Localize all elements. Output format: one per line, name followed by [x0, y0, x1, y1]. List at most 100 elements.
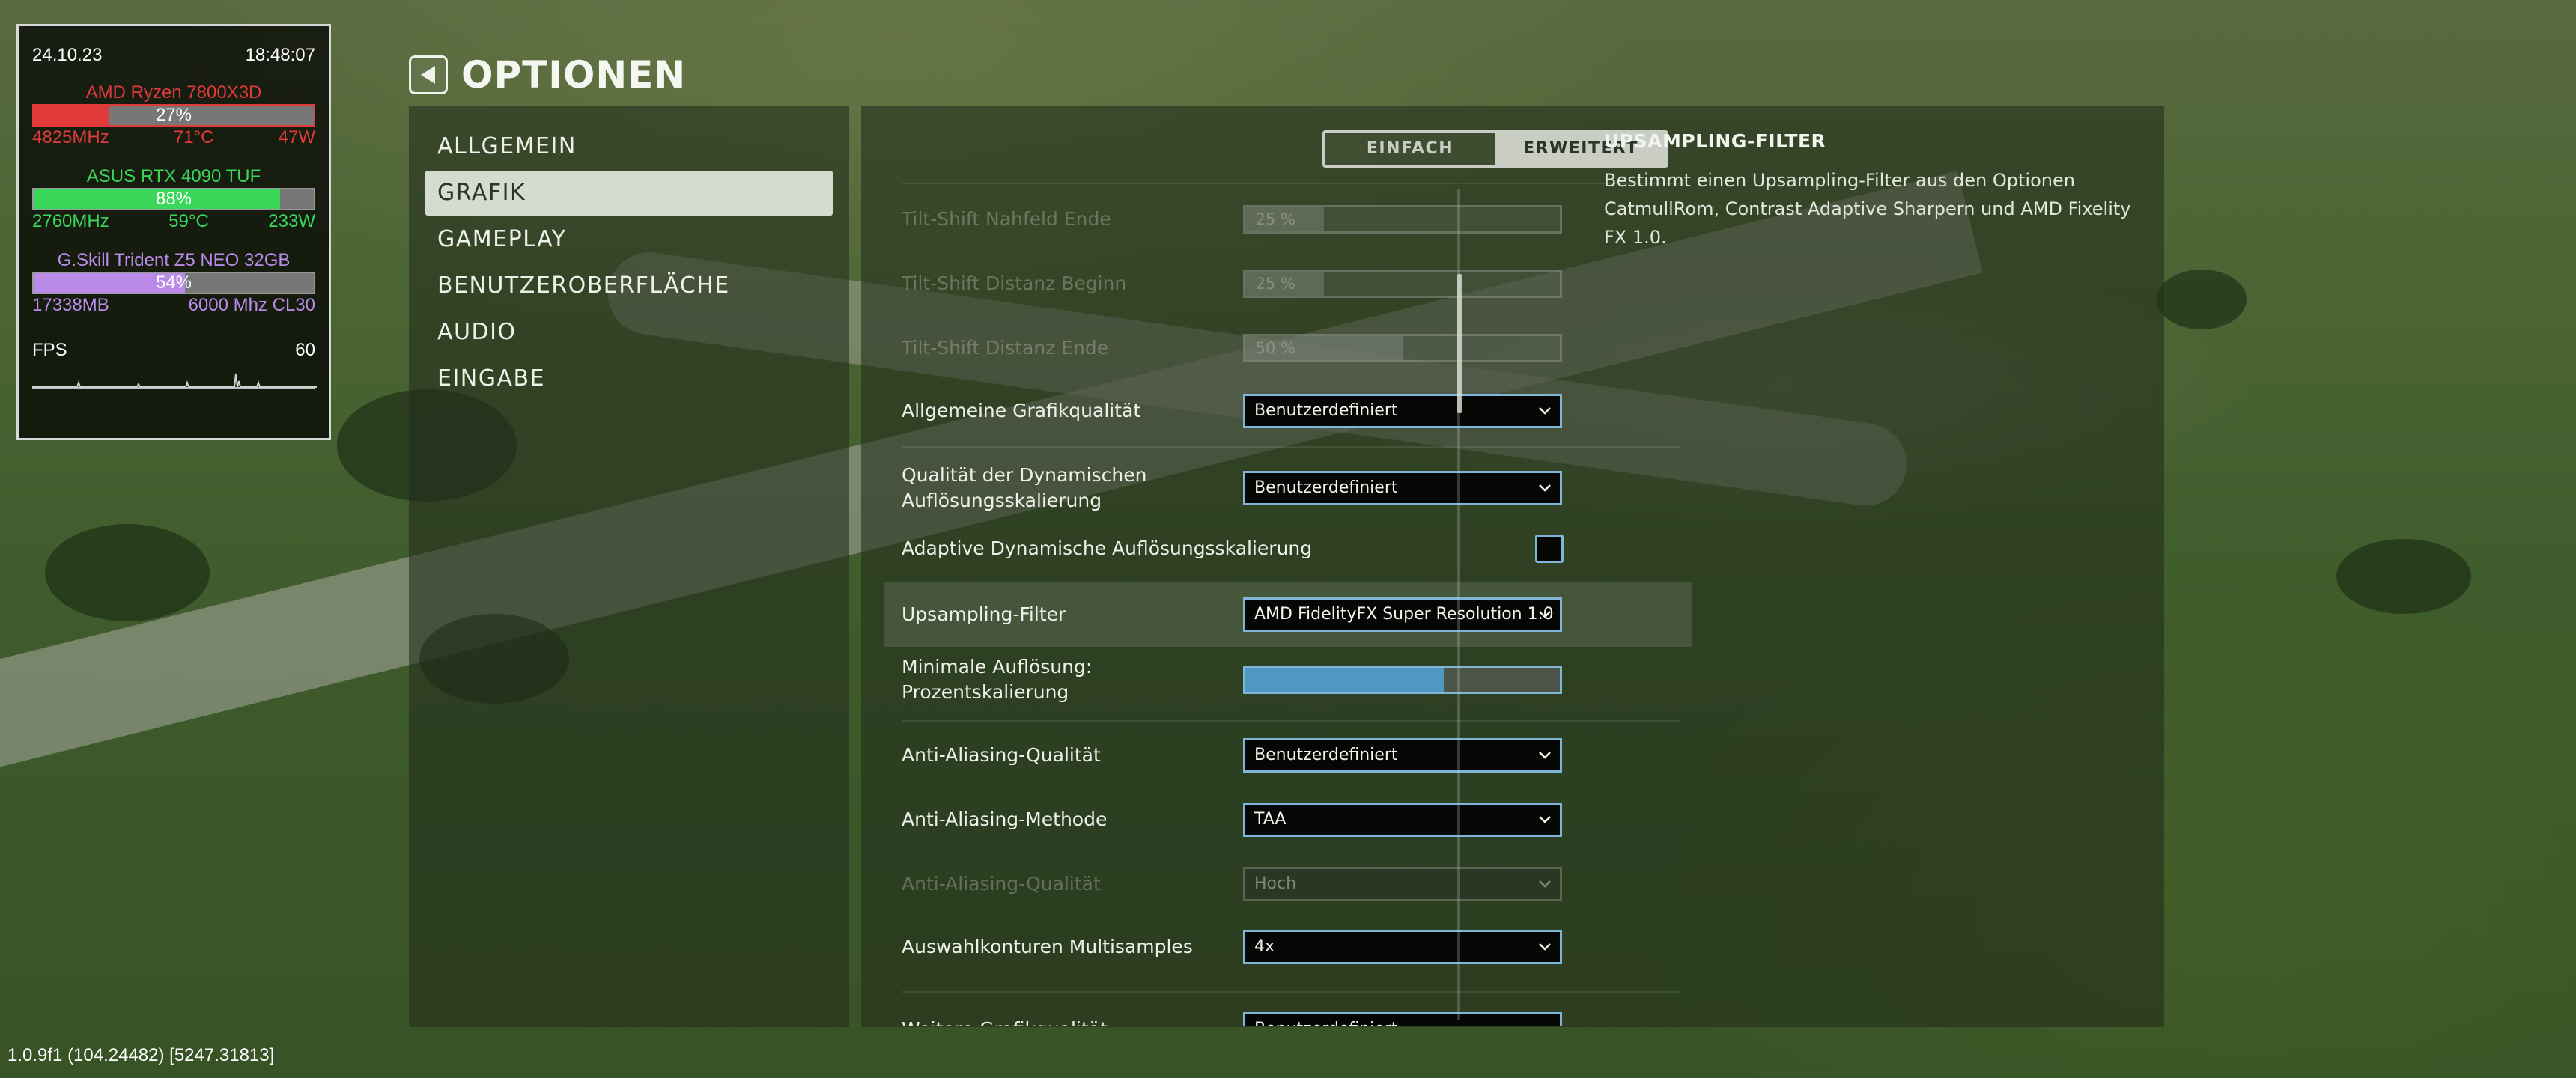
graphics-settings-panel: EINFACH ERWEITERT Tilt-Shift Nahfeld End…: [861, 106, 2164, 1027]
chevron-down-icon: [1539, 752, 1551, 759]
setting-row-aa-method: Anti-Aliasing-Methode TAA: [884, 803, 1692, 837]
setting-label: Adaptive Dynamische Auflösungsskalierung: [902, 538, 1313, 559]
slider-fill: [1245, 272, 1324, 296]
cpu-temp: 71°C: [173, 127, 214, 147]
min-resolution-slider[interactable]: [1243, 666, 1562, 694]
gpu-load-bar: 88%: [32, 188, 315, 210]
ram-load-text: 54%: [155, 272, 192, 293]
description-text: Bestimmt einen Upsampling-Filter aus den…: [1604, 170, 2131, 248]
mode-simple-button[interactable]: EINFACH: [1325, 133, 1495, 165]
ram-speed: 6000 Mhz CL30: [188, 295, 315, 315]
setting-row-aa-quality: Anti-Aliasing-Qualität Benutzerdefiniert: [884, 738, 1692, 773]
background-tree: [45, 524, 210, 621]
options-category-nav: ALLGEMEIN GRAFIK GAMEPLAY BENUTZEROBERFL…: [409, 106, 849, 1027]
overlay-date: 24.10.23: [32, 45, 103, 65]
setting-label: Tilt-Shift Distanz Beginn: [902, 272, 1127, 294]
divider: [902, 720, 1680, 722]
setting-row-more-quality: Weitere Grafikqualität Benutzerdefiniert: [884, 1012, 1692, 1026]
back-button[interactable]: [409, 55, 448, 94]
nav-item-eingabe[interactable]: EINGABE: [425, 356, 833, 401]
setting-label: Qualität der Dynamischen Auflösungsskali…: [902, 464, 1147, 511]
dropdown-value: Benutzerdefiniert: [1254, 746, 1398, 764]
fps-row: FPS 60: [32, 339, 315, 362]
more-quality-dropdown[interactable]: Benutzerdefiniert: [1243, 1012, 1562, 1026]
divider: [902, 446, 1680, 448]
setting-label: Minimale Auflösung: Prozentskalierung: [902, 656, 1093, 703]
nav-item-allgemein[interactable]: ALLGEMEIN: [425, 124, 833, 169]
aa-quality-disabled-dropdown: Hoch: [1243, 867, 1562, 901]
gpu-name: ASUS RTX 4090 TUF: [86, 166, 261, 186]
fps-graph-line: [32, 373, 317, 388]
fps-graph: [32, 363, 317, 389]
ram-name: G.Skill Trident Z5 NEO 32GB: [57, 250, 291, 270]
page-title: OPTIONEN: [461, 53, 687, 97]
setting-label: Tilt-Shift Distanz Ende: [902, 337, 1109, 359]
ram-load-bar: 54%: [32, 272, 315, 294]
slider-fill: [1245, 207, 1324, 231]
gpu-temp: 59°C: [168, 211, 209, 231]
setting-row-dynres-quality: Qualität der Dynamischen Auflösungsskali…: [884, 463, 1692, 514]
aa-quality-dropdown[interactable]: Benutzerdefiniert: [1243, 738, 1562, 773]
chevron-down-icon: [1539, 484, 1551, 492]
dropdown-value: Hoch: [1254, 874, 1297, 893]
adaptive-dynres-checkbox[interactable]: [1535, 535, 1564, 563]
cpu-name: AMD Ryzen 7800X3D: [85, 82, 262, 103]
setting-row-adaptive-dynres: Adaptive Dynamische Auflösungsskalierung: [884, 535, 1692, 563]
ram-stats-row: 17338MB 6000 Mhz CL30: [32, 294, 315, 317]
fps-value: 60: [295, 340, 315, 360]
cpu-power: 47W: [278, 127, 315, 147]
setting-row-general-quality: Allgemeine Grafikqualität Benutzerdefini…: [884, 394, 1692, 428]
background-tree: [2157, 270, 2247, 329]
setting-label: Anti-Aliasing-Qualität: [902, 744, 1101, 766]
setting-row-outline-msaa: Auswahlkonturen Multisamples 4x: [884, 930, 1692, 964]
upsampling-filter-dropdown[interactable]: AMD FidelityFX Super Resolution 1.0: [1243, 597, 1562, 632]
setting-row-tiltshift-far-start: Tilt-Shift Distanz Beginn 25 %: [884, 270, 1692, 298]
setting-label: Anti-Aliasing-Methode: [902, 808, 1108, 830]
nav-item-gameplay[interactable]: GAMEPLAY: [425, 217, 833, 262]
gpu-stats-row: 2760MHz 59°C 233W: [32, 210, 315, 233]
setting-label: Auswahlkonturen Multisamples: [902, 936, 1193, 957]
chevron-down-icon: [1539, 611, 1551, 618]
dropdown-value: Benutzerdefiniert: [1254, 1020, 1398, 1026]
outline-msaa-dropdown[interactable]: 4x: [1243, 930, 1562, 964]
chevron-down-icon: [1539, 880, 1551, 888]
setting-row-tiltshift-near-end: Tilt-Shift Nahfeld Ende 25 %: [884, 205, 1692, 234]
setting-row-min-resolution: Minimale Auflösung: Prozentskalierung 82…: [884, 654, 1692, 705]
chevron-down-icon: [1539, 943, 1551, 951]
dropdown-value: 4x: [1254, 937, 1275, 956]
setting-row-upsampling-filter: Upsampling-Filter AMD FidelityFX Super R…: [884, 582, 1692, 647]
background-tree: [2336, 539, 2471, 614]
cpu-stats-row: 4825MHz 71°C 47W: [32, 127, 315, 149]
tiltshift-far-start-slider[interactable]: [1243, 270, 1562, 298]
fps-label: FPS: [32, 340, 67, 360]
aa-method-dropdown[interactable]: TAA: [1243, 803, 1562, 837]
dropdown-value: Benutzerdefiniert: [1254, 478, 1398, 497]
settings-scrollbar-thumb[interactable]: [1457, 274, 1462, 413]
setting-label: Weitere Grafikqualität: [902, 1017, 1231, 1026]
dropdown-value: AMD FidelityFX Super Resolution 1.0: [1254, 605, 1554, 624]
nav-item-grafik[interactable]: GRAFIK: [425, 171, 833, 216]
divider: [902, 991, 1680, 993]
chevron-down-icon: [1539, 816, 1551, 823]
cpu-load-text: 27%: [155, 105, 192, 125]
build-version: 1.0.9f1 (104.24482) [5247.31813]: [7, 1045, 275, 1065]
overlay-datetime-row: 24.10.23 18:48:07: [32, 44, 315, 67]
slider-fill: [1245, 336, 1403, 360]
setting-label: Upsampling-Filter: [902, 603, 1066, 625]
gpu-power: 233W: [268, 211, 315, 231]
general-quality-dropdown[interactable]: Benutzerdefiniert: [1243, 394, 1562, 428]
nav-item-audio[interactable]: AUDIO: [425, 310, 833, 355]
dropdown-value: Benutzerdefiniert: [1254, 401, 1398, 420]
ram-used: 17338MB: [32, 295, 109, 315]
back-arrow-icon: [421, 66, 435, 84]
overlay-time: 18:48:07: [245, 45, 315, 65]
slider-fill: [1245, 668, 1444, 692]
dynres-quality-dropdown[interactable]: Benutzerdefiniert: [1243, 471, 1562, 505]
cpu-load-bar: 27%: [32, 104, 315, 127]
setting-label: Anti-Aliasing-Qualität: [902, 873, 1101, 895]
nav-item-benutzeroberflaeche[interactable]: BENUTZEROBERFLÄCHE: [425, 264, 833, 308]
gpu-clock: 2760MHz: [32, 211, 109, 231]
tiltshift-far-end-slider[interactable]: [1243, 334, 1562, 362]
setting-row-aa-quality-disabled: Anti-Aliasing-Qualität Hoch: [884, 867, 1692, 901]
tiltshift-near-end-slider[interactable]: [1243, 205, 1562, 234]
